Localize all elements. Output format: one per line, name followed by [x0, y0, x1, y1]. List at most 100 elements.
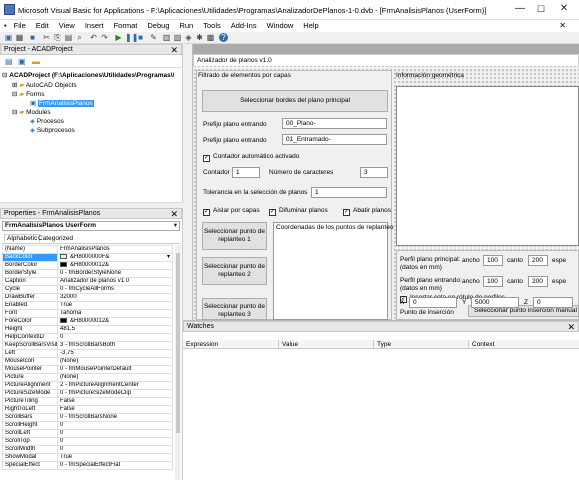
- property-row[interactable]: ForeColor &H80000012&: [2, 317, 173, 326]
- toggle-folders-icon[interactable]: ▬: [32, 57, 40, 66]
- prefix-input[interactable]: 00_Plano-: [282, 118, 387, 129]
- auto-counter-checkbox[interactable]: ✓ Contador automático activado: [203, 153, 299, 162]
- property-row[interactable]: ScrollHeight 0: [2, 421, 173, 430]
- checkbox-checked-icon[interactable]: ✓: [343, 209, 350, 216]
- run-icon[interactable]: ▶: [114, 33, 123, 42]
- view-code-icon[interactable]: ▤: [5, 57, 13, 66]
- reset-icon[interactable]: ■: [136, 33, 145, 42]
- col-type[interactable]: Type: [374, 340, 469, 349]
- property-row[interactable]: PictureAlignment 2 - fmPictureAlignmentCe…: [2, 381, 173, 390]
- view-acad-icon[interactable]: ▣: [4, 33, 13, 42]
- property-value[interactable]: Tahoma: [57, 309, 173, 318]
- y-input[interactable]: 5000: [471, 297, 519, 308]
- insert-icon[interactable]: ▦: [15, 33, 24, 42]
- tree-item-frmanalisisplanos[interactable]: ▣ FrmAnalisisPlanos: [30, 99, 94, 107]
- collapse-icon[interactable]: ⊟: [2, 72, 7, 79]
- property-value[interactable]: 0: [57, 445, 173, 454]
- property-value[interactable]: 0 - fmCycleAllForms: [57, 285, 173, 294]
- close-icon[interactable]: ✕: [567, 322, 575, 332]
- col-context[interactable]: Context: [469, 340, 579, 349]
- collapse-icon[interactable]: ⊟: [12, 109, 17, 116]
- property-row[interactable]: HelpContextID 0: [2, 333, 173, 342]
- property-value[interactable]: 32000: [57, 293, 173, 302]
- property-row[interactable]: Caption Analizador de planos v1.0: [2, 277, 173, 286]
- property-value[interactable]: 0 - fmScrollBarsNone: [57, 413, 173, 422]
- select-point3-button[interactable]: Seleccionar punto de replanteo 3: [202, 298, 267, 320]
- menu-help[interactable]: Help: [298, 20, 323, 32]
- property-row[interactable]: (Name) FrmAnalisisPlanos: [2, 245, 173, 254]
- menu-view[interactable]: View: [54, 20, 80, 32]
- property-value[interactable]: (None): [57, 373, 173, 382]
- property-row[interactable]: KeepScrollBarsVisible3 - fmScrollBarsBot…: [2, 341, 173, 350]
- property-value[interactable]: FrmAnalisisPlanos: [57, 245, 173, 254]
- properties-vscrollbar[interactable]: [175, 245, 181, 480]
- menu-edit[interactable]: Edit: [31, 20, 54, 32]
- property-value[interactable]: False: [57, 405, 173, 414]
- maximize-button[interactable]: ☐: [531, 3, 551, 16]
- property-row[interactable]: MousePointer 0 - fmMousePointerDefault: [2, 365, 173, 374]
- property-row[interactable]: Font Tahoma: [2, 309, 173, 318]
- vba-menu-icon[interactable]: ▪: [0, 20, 9, 32]
- tree-item-subprocesos[interactable]: ◈ Subprocesos: [30, 126, 75, 134]
- property-value[interactable]: 0 - fmMousePointerDefault: [57, 365, 173, 374]
- select-point1-button[interactable]: Seleccionar punto de replanteo 1: [202, 222, 267, 250]
- chevron-down-icon[interactable]: ▾: [174, 222, 177, 230]
- isolate-checkbox[interactable]: ✓ Aislar por capas: [203, 207, 260, 216]
- property-value[interactable]: Analizador de planos v1.0: [57, 277, 173, 286]
- scroll-thumb[interactable]: [176, 253, 180, 433]
- property-row[interactable]: DrawBuffer 32000: [2, 293, 173, 302]
- property-value[interactable]: True: [57, 301, 173, 310]
- menu-addins[interactable]: Add-Ins: [226, 20, 262, 32]
- menu-insert[interactable]: Insert: [80, 20, 109, 32]
- property-value[interactable]: False: [57, 397, 173, 406]
- menu-debug[interactable]: Debug: [142, 20, 174, 32]
- checkbox-checked-icon[interactable]: ✓: [203, 155, 210, 162]
- property-row[interactable]: ScrollBars 0 - fmScrollBarsNone: [2, 413, 173, 422]
- tab-alphabetic[interactable]: Alphabetic: [4, 234, 41, 242]
- property-value[interactable]: 481,5: [57, 325, 173, 334]
- property-value[interactable]: 0 - fmPictureSizeModeClip: [57, 389, 173, 398]
- chars-input[interactable]: 3: [360, 167, 388, 178]
- counter-input[interactable]: 1: [232, 167, 260, 178]
- object-dropdown[interactable]: FrmAnalisisPlanos UserForm ▾: [2, 221, 180, 231]
- property-row[interactable]: Picture (None): [2, 373, 173, 382]
- property-row[interactable]: Enabled True: [2, 301, 173, 310]
- find-icon[interactable]: ⌕: [75, 33, 84, 42]
- property-row[interactable]: Height 481,5: [2, 325, 173, 334]
- close-icon[interactable]: ✕: [170, 209, 178, 219]
- tree-item-root[interactable]: ⊟ ACADProject (F:\Aplicaciones\Utilidade…: [2, 71, 174, 79]
- project-explorer-icon[interactable]: ▥: [162, 33, 171, 42]
- save-icon[interactable]: ■: [28, 33, 37, 42]
- control-toolbox-icon[interactable]: ▩: [206, 33, 215, 42]
- property-value[interactable]: &H80000012&: [57, 261, 173, 270]
- view-object-icon[interactable]: ▣: [18, 57, 26, 66]
- tree-item-procesos[interactable]: ◈ Procesos: [30, 117, 64, 125]
- property-row[interactable]: SpecialEffect 0 - fmSpecialEffectFlat: [2, 461, 173, 470]
- property-value[interactable]: &H8000000F& ▾: [57, 253, 173, 262]
- property-row[interactable]: ShowModal True: [2, 453, 173, 462]
- tab-categorized[interactable]: Categorized: [38, 235, 73, 242]
- property-row[interactable]: ScrollLeft 0: [2, 429, 173, 438]
- width-input[interactable]: 100: [483, 255, 503, 266]
- select-point2-button[interactable]: Seleccionar punto de replanteo 2: [202, 257, 267, 285]
- property-value[interactable]: &H80000012&: [57, 317, 173, 326]
- coords-listbox[interactable]: Coordenadas de los puntos de replanteo: [273, 222, 393, 320]
- edge-input[interactable]: 200: [528, 255, 548, 266]
- select-border-button[interactable]: Seleccionar bordes del plano principal: [202, 90, 388, 112]
- property-row[interactable]: ScrollWidth 0: [2, 445, 173, 454]
- property-value[interactable]: 0: [57, 421, 173, 430]
- tree-item-autocad[interactable]: ⊞ ▰ AutoCAD Objects: [12, 81, 77, 89]
- property-value[interactable]: 0: [57, 437, 173, 446]
- property-row[interactable]: MouseIcon (None): [2, 357, 173, 366]
- tree-item-forms[interactable]: ⊟ ▰ Forms: [12, 90, 45, 98]
- chevron-down-icon[interactable]: ▾: [167, 255, 170, 261]
- tree-item-modules[interactable]: ⊟ ▰ Modules: [12, 108, 51, 116]
- prefix2-input[interactable]: 01_Entramado-: [282, 134, 387, 145]
- close-button[interactable]: ✕: [554, 3, 574, 16]
- property-value[interactable]: 0: [57, 429, 173, 438]
- design-mode-icon[interactable]: ✎: [149, 33, 158, 42]
- undo-icon[interactable]: ↶: [89, 33, 98, 42]
- col-expression[interactable]: Expression: [183, 340, 279, 349]
- property-row[interactable]: PictureTiling False: [2, 397, 173, 406]
- edge2-input[interactable]: 200: [528, 276, 548, 287]
